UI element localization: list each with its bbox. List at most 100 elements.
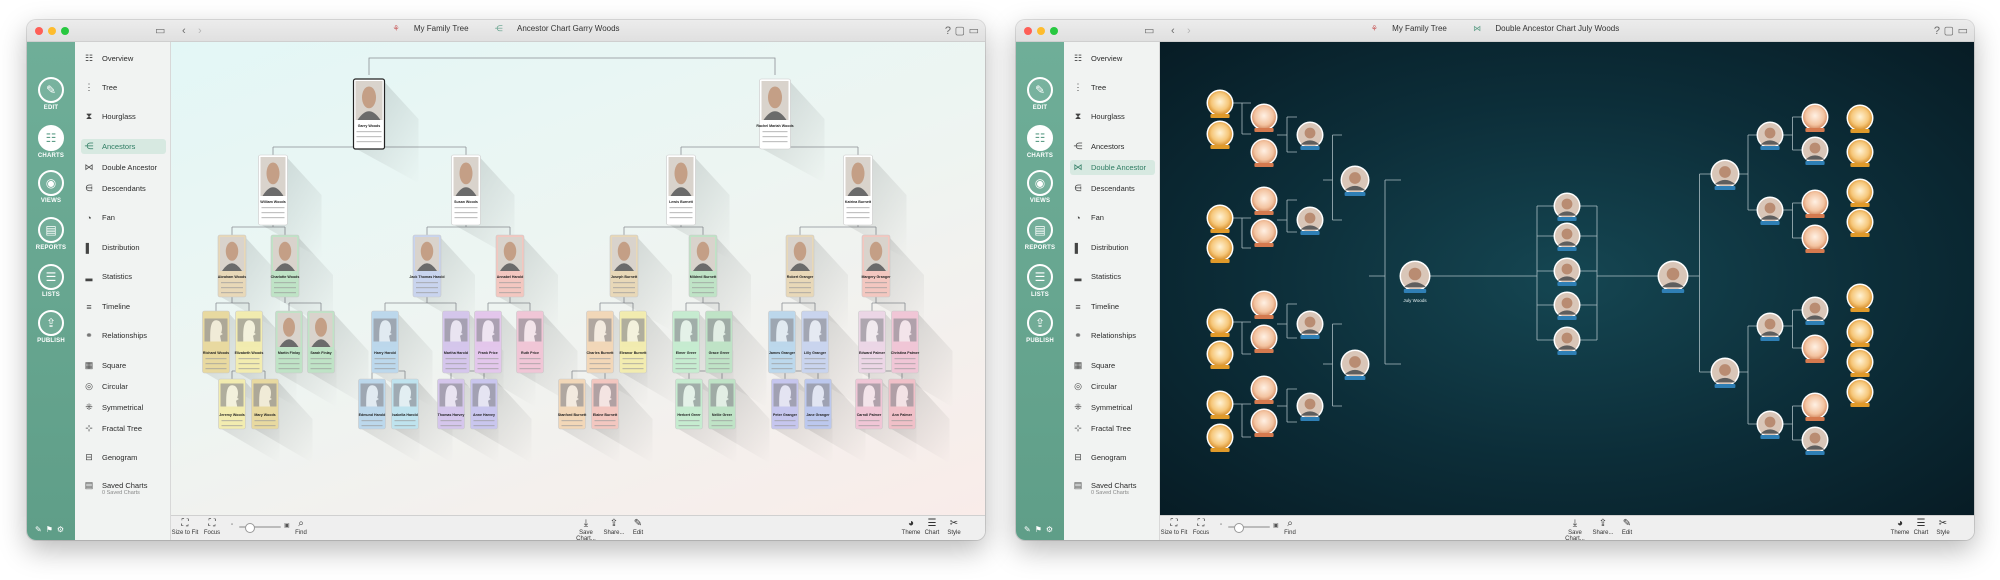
edit-chart-button[interactable]: ✎ Edit (624, 518, 652, 536)
menu-item-statistics[interactable]: ▂ Statistics (81, 269, 166, 284)
menu-item-double-ancestor[interactable]: ⋈ Double Ancestor (1070, 160, 1155, 175)
zoom-in-icon[interactable]: ▣ (1273, 522, 1279, 529)
pencil-icon: ✎ (38, 77, 64, 103)
rail-lists[interactable]: ☰ LISTS (27, 264, 75, 298)
inspector-toggle-icon[interactable]: ▭ (1958, 23, 1968, 39)
menu-item-label: Square (1091, 361, 1116, 370)
rail-lists[interactable]: ☰ LISTS (1016, 264, 1064, 298)
find-button[interactable]: ⌕ Find (1276, 518, 1304, 536)
menu-item-timeline[interactable]: ≡ Timeline (81, 299, 166, 314)
menu-item-square[interactable]: ▦ Square (1070, 358, 1155, 373)
breadcrumb-tree[interactable]: ⚘ My Family Tree (386, 24, 474, 33)
menu-item-double-ancestor[interactable]: ⋈ Double Ancestor (81, 160, 166, 175)
menu-item-fan[interactable]: ◔ Fan (81, 210, 166, 225)
zoom-slider[interactable] (239, 523, 281, 533)
style-button[interactable]: ✂ Style (940, 518, 968, 536)
window-icon[interactable]: ▢ (1944, 23, 1954, 39)
rail-edit[interactable]: ✎ EDIT (27, 77, 75, 111)
rail-views[interactable]: ◉ VIEWS (1016, 170, 1064, 204)
unknown-person-node (1801, 189, 1829, 218)
menu-item-label: Saved Charts (102, 481, 148, 490)
help-icon[interactable]: ? (945, 23, 951, 39)
person-name: Christina Palmer (891, 351, 920, 355)
double-ancestor-chart-canvas[interactable]: July Woods (1160, 42, 1974, 515)
breadcrumb-chart[interactable]: ⋲ Ancestor Chart Garry Woods (489, 24, 626, 33)
menu-item-distribution[interactable]: ▌ Distribution (81, 240, 166, 255)
breadcrumb-chart[interactable]: ⋈ Double Ancestor Chart July Woods (1467, 24, 1625, 33)
rail-charts[interactable]: ☷ CHARTS (27, 125, 75, 159)
menu-item-overview[interactable]: ☷ Overview (1070, 51, 1155, 66)
size-to-fit-button[interactable]: ⛶ Size to Fit (171, 518, 199, 536)
symmetrical-icon: ⁜ (85, 402, 93, 412)
zoom-slider[interactable] (1228, 523, 1270, 533)
menu-item-square[interactable]: ▦ Square (81, 358, 166, 373)
focus-button[interactable]: ⛶ Focus (198, 518, 226, 536)
window-icon[interactable]: ▢ (955, 23, 965, 39)
statistics-icon: ▂ (1074, 271, 1082, 281)
menu-item-ancestors[interactable]: ⋲ Ancestors (1070, 139, 1155, 154)
menu-item-descendants[interactable]: ⋳ Descendants (81, 181, 166, 196)
style-button[interactable]: ✂ Style (1929, 518, 1957, 536)
focus-button[interactable]: ⛶ Focus (1187, 518, 1215, 536)
person-name: Martha Harold (444, 351, 468, 355)
statistics-icon: ▂ (85, 271, 93, 281)
person-name: Harry Harold (374, 351, 396, 355)
save-chart-button[interactable]: ⤓ Save Chart... (1561, 518, 1589, 540)
help-icon[interactable]: ? (1934, 23, 1940, 39)
menu-item-timeline[interactable]: ≡ Timeline (1070, 299, 1155, 314)
zoom-out-icon[interactable]: ▫ (1220, 522, 1222, 528)
breadcrumb-tree[interactable]: ⚘ My Family Tree (1365, 24, 1453, 33)
menu-item-symmetrical[interactable]: ⁜ Symmetrical (81, 400, 166, 415)
person-photo-node (1553, 192, 1581, 221)
menu-item-relationships[interactable]: ⚭ Relationships (81, 328, 166, 343)
menu-item-fractal-tree[interactable]: ⊹ Fractal Tree (1070, 421, 1155, 436)
menu-item-genogram[interactable]: ⊟ Genogram (1070, 450, 1155, 465)
menu-item-overview[interactable]: ☷ Overview (81, 51, 166, 66)
menu-item-hourglass[interactable]: ⧗ Hourglass (1070, 109, 1155, 124)
saved-charts-count: 0 Saved Charts (1091, 490, 1129, 496)
unknown-person-node (1250, 103, 1278, 132)
menu-item-hourglass[interactable]: ⧗ Hourglass (81, 109, 166, 124)
menu-item-tree[interactable]: ⋮ Tree (1070, 80, 1155, 95)
menu-item-distribution[interactable]: ▌ Distribution (1070, 240, 1155, 255)
unknown-person-node (1206, 423, 1234, 452)
zoom-in-icon[interactable]: ▣ (284, 522, 290, 529)
rail-reports[interactable]: ▤ REPORTS (27, 217, 75, 251)
report-icon: ▤ (1027, 217, 1053, 243)
hourglass-icon: ⧗ (1074, 111, 1082, 121)
menu-item-genogram[interactable]: ⊟ Genogram (81, 450, 166, 465)
rail-views[interactable]: ◉ VIEWS (27, 170, 75, 204)
unknown-person-node (1250, 186, 1278, 215)
rail-publish[interactable]: ⇪ PUBLISH (1016, 310, 1064, 344)
menu-item-tree[interactable]: ⋮ Tree (81, 80, 166, 95)
find-button[interactable]: ⌕ Find (287, 518, 315, 536)
rail-charts[interactable]: ☷ CHARTS (1016, 125, 1064, 159)
size-to-fit-button[interactable]: ⛶ Size to Fit (1160, 518, 1188, 536)
menu-item-fan[interactable]: ◔ Fan (1070, 210, 1155, 225)
person-name: Stanford Burnett (558, 413, 587, 417)
person-photo (864, 237, 888, 271)
menu-item-circular[interactable]: ◎ Circular (81, 379, 166, 394)
person-name: Rachel Mariah Woods (756, 124, 793, 128)
menu-item-descendants[interactable]: ⋳ Descendants (1070, 181, 1155, 196)
rail-footer-icons[interactable]: ✎⚑⚙ (1024, 525, 1057, 534)
zoom-out-icon[interactable]: ▫ (231, 522, 233, 528)
unknown-person-node (1846, 348, 1874, 377)
save-chart-button[interactable]: ⤓ Save Chart... (572, 518, 600, 540)
person-name: Ann Palmer (892, 413, 913, 417)
person-name: Lilly Granger (804, 351, 827, 355)
inspector-toggle-icon[interactable]: ▭ (969, 23, 979, 39)
rail-edit[interactable]: ✎ EDIT (1016, 77, 1064, 111)
menu-item-circular[interactable]: ◎ Circular (1070, 379, 1155, 394)
menu-item-ancestors[interactable]: ⋲ Ancestors (81, 139, 166, 154)
edit-chart-button[interactable]: ✎ Edit (1613, 518, 1641, 536)
menu-item-symmetrical[interactable]: ⁜ Symmetrical (1070, 400, 1155, 415)
ancestor-chart-canvas[interactable]: Garry Woods Rachel Mariah Woods William Wo… (171, 42, 985, 515)
menu-item-relationships[interactable]: ⚭ Relationships (1070, 328, 1155, 343)
breadcrumb: ⚘ My Family Tree ⋈ Double Ancestor Chart… (1016, 24, 1974, 33)
rail-footer-icons[interactable]: ✎⚑⚙ (35, 525, 68, 534)
menu-item-statistics[interactable]: ▂ Statistics (1070, 269, 1155, 284)
rail-reports[interactable]: ▤ REPORTS (1016, 217, 1064, 251)
menu-item-fractal-tree[interactable]: ⊹ Fractal Tree (81, 421, 166, 436)
rail-publish[interactable]: ⇪ PUBLISH (27, 310, 75, 344)
